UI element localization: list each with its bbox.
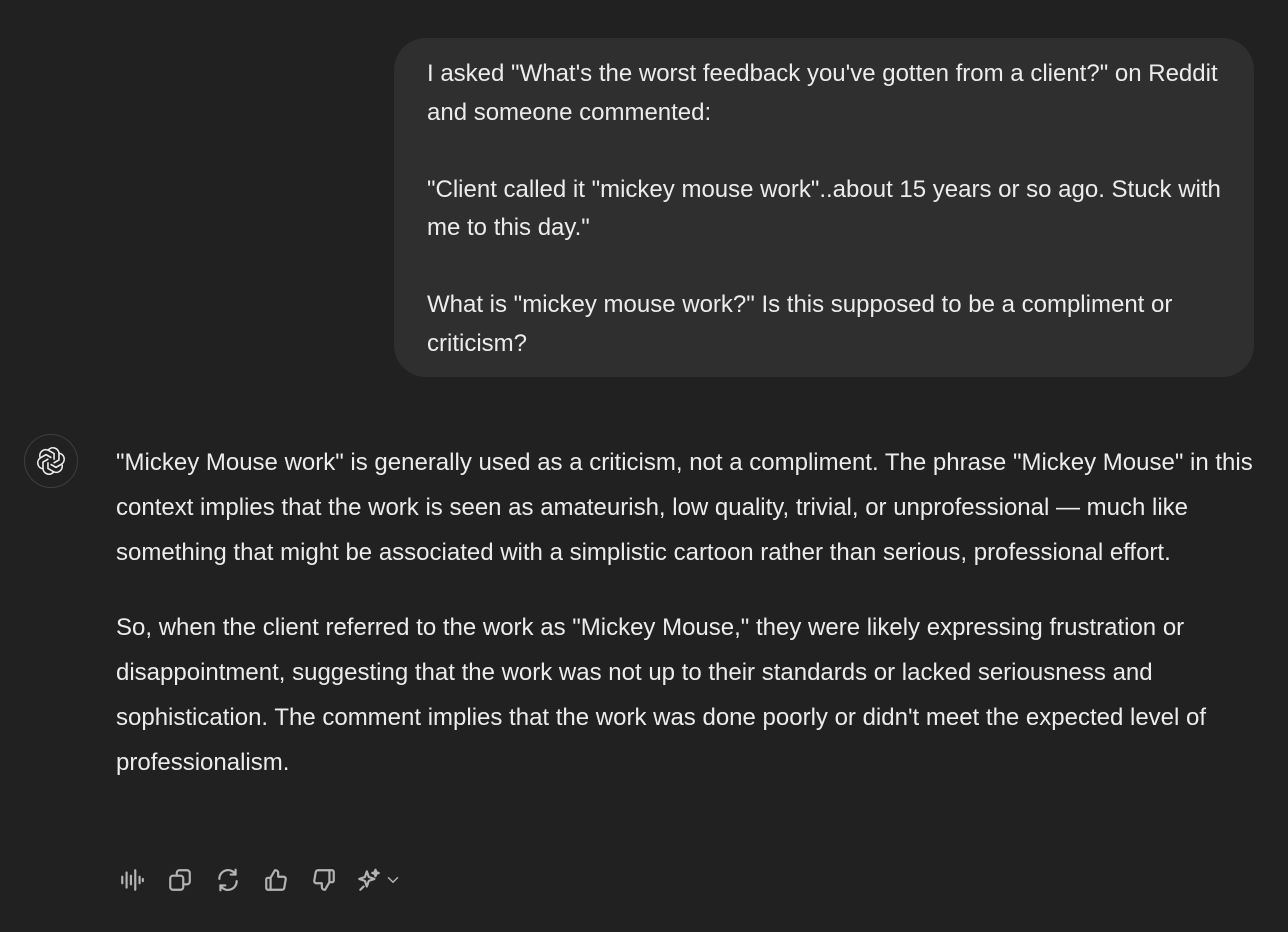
sparkle-icon bbox=[358, 868, 380, 891]
user-message-paragraph: "Client called it "mickey mouse work"..a… bbox=[427, 175, 1221, 242]
user-message-paragraph: I asked "What's the worst feedback you'v… bbox=[427, 60, 1218, 126]
regenerate-button[interactable] bbox=[208, 860, 248, 900]
copy-icon bbox=[169, 869, 191, 891]
message-action-bar bbox=[112, 858, 406, 902]
user-message-paragraph: What is "mickey mouse work?" Is this sup… bbox=[427, 291, 1173, 357]
copy-button[interactable] bbox=[160, 860, 200, 900]
thumbs-down-icon bbox=[313, 869, 335, 891]
switch-model-button[interactable] bbox=[352, 860, 406, 900]
good-response-button[interactable] bbox=[256, 860, 296, 900]
assistant-message-paragraph: So, when the client referred to the work… bbox=[116, 614, 1207, 776]
regenerate-icon bbox=[218, 868, 238, 892]
thumbs-up-icon bbox=[265, 869, 287, 891]
assistant-avatar bbox=[24, 434, 78, 488]
bad-response-button[interactable] bbox=[304, 860, 344, 900]
chat-page: I asked "What's the worst feedback you'v… bbox=[0, 0, 1288, 932]
openai-logo-icon bbox=[36, 447, 66, 475]
user-message-bubble: I asked "What's the worst feedback you'v… bbox=[394, 38, 1254, 377]
read-aloud-icon bbox=[121, 869, 144, 891]
chevron-down-icon bbox=[387, 877, 399, 883]
assistant-message: "Mickey Mouse work" is generally used as… bbox=[116, 441, 1266, 786]
read-aloud-button[interactable] bbox=[112, 860, 152, 900]
assistant-message-paragraph: "Mickey Mouse work" is generally used as… bbox=[116, 449, 1253, 566]
